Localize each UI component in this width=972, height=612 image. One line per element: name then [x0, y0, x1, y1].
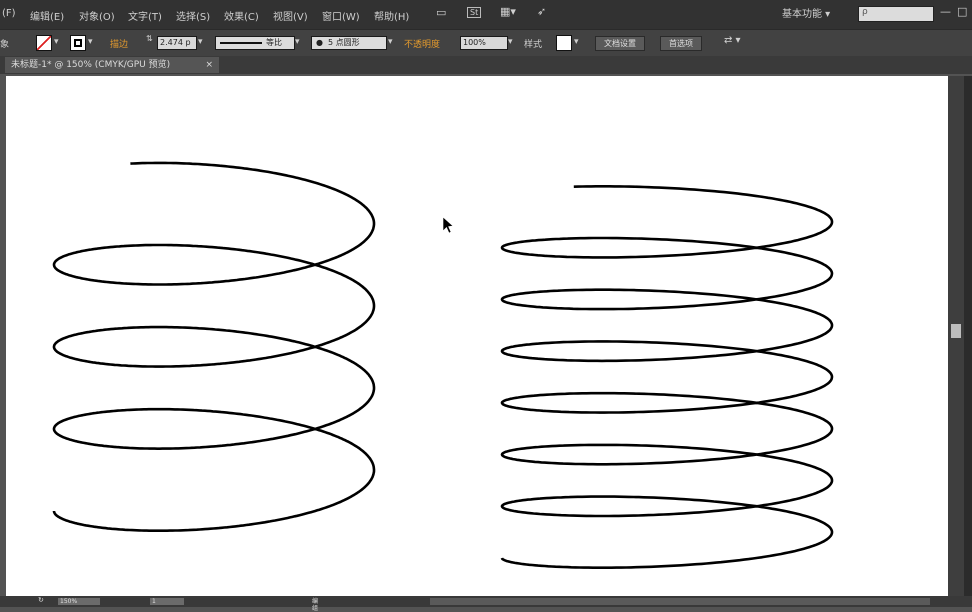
stroke-weight-field[interactable]: 2.474 p	[157, 36, 197, 50]
search-input[interactable]: ρ	[858, 6, 934, 22]
spiral-spring-right[interactable]	[500, 185, 834, 569]
opacity-label[interactable]: 不透明度	[404, 37, 440, 50]
bridge-icon[interactable]: ▭	[436, 6, 446, 19]
artboard-number-field[interactable]: 1	[150, 598, 184, 605]
document-tab-bar: 未标题-1* @ 150% (CMYK/GPU 预览) ×	[0, 56, 972, 74]
variable-width-profile[interactable]: 等比	[215, 36, 295, 50]
selection-cursor-icon	[442, 216, 454, 234]
object-type-label: 象	[0, 40, 10, 50]
arrange-documents-icon[interactable]: ▦▾	[500, 5, 516, 18]
brush-dot-icon: ●	[316, 38, 323, 47]
stroke-swatch[interactable]	[70, 35, 86, 51]
style-dropdown-icon[interactable]: ▾	[574, 37, 579, 47]
opacity-field[interactable]: 100%	[460, 36, 508, 50]
opacity-dropdown-icon[interactable]: ▾	[508, 37, 513, 47]
panel-edge	[964, 76, 972, 607]
fill-swatch[interactable]	[36, 35, 52, 51]
profile-line-icon	[220, 42, 262, 44]
menu-view[interactable]: 视图(V)	[273, 8, 308, 23]
control-bar: 象 ▾ ▾ 描边 ⇅ 2.474 p ▾ 等比 ▾ ● 5 点圆形 ▾ 不透明度…	[0, 29, 972, 57]
document-tab[interactable]: 未标题-1* @ 150% (CMYK/GPU 预览) ×	[5, 57, 219, 73]
stroke-dropdown-icon[interactable]: ▾	[88, 37, 93, 47]
document-setup-button[interactable]: 文档设置	[595, 36, 645, 51]
menu-file[interactable]: (F)	[2, 8, 16, 19]
current-tool-status: 编组	[312, 598, 319, 612]
artboard[interactable]	[6, 76, 948, 596]
stock-button[interactable]: St	[467, 7, 482, 18]
menu-object[interactable]: 对象(O)	[79, 8, 115, 23]
workspace-switcher[interactable]: 基本功能 ▾	[782, 5, 830, 20]
menu-bar: (F) 编辑(E) 对象(O) 文字(T) 选择(S) 效果(C) 视图(V) …	[0, 0, 972, 29]
stroke-stepper-icon[interactable]: ⇅	[146, 34, 153, 43]
stroke-weight-dropdown-icon[interactable]: ▾	[198, 37, 203, 47]
status-bar: ↻ 150% 1 编组	[0, 596, 972, 612]
vertical-scroll-thumb[interactable]	[951, 324, 961, 338]
gpu-rocket-icon[interactable]: ➶	[537, 5, 546, 18]
menu-window[interactable]: 窗口(W)	[322, 8, 360, 23]
stroke-label[interactable]: 描边	[110, 37, 128, 50]
menu-edit[interactable]: 编辑(E)	[30, 8, 64, 23]
menu-help[interactable]: 帮助(H)	[374, 8, 409, 23]
graphic-style-swatch[interactable]	[556, 35, 572, 51]
maximize-button[interactable]: □	[957, 5, 967, 18]
rotate-view-icon[interactable]: ↻	[36, 597, 44, 604]
close-tab-icon[interactable]: ×	[205, 57, 213, 73]
horizontal-scroll-thumb[interactable]	[430, 598, 930, 605]
preferences-button[interactable]: 首选项	[660, 36, 702, 51]
brush-definition[interactable]: ● 5 点圆形	[311, 36, 387, 50]
style-label: 样式	[524, 40, 543, 50]
spiral-spring-left[interactable]	[52, 161, 376, 532]
vertical-scrollbar[interactable]	[948, 76, 964, 596]
align-options-icon[interactable]: ⇄ ▾	[724, 35, 741, 46]
fill-dropdown-icon[interactable]: ▾	[54, 37, 59, 47]
menu-type[interactable]: 文字(T)	[128, 8, 162, 23]
menu-effect[interactable]: 效果(C)	[224, 8, 259, 23]
brush-dropdown-icon[interactable]: ▾	[388, 37, 393, 47]
profile-dropdown-icon[interactable]: ▾	[295, 37, 300, 47]
zoom-field[interactable]: 150%	[58, 598, 100, 605]
artwork-canvas	[52, 161, 834, 569]
minimize-button[interactable]: —	[940, 5, 951, 18]
menu-select[interactable]: 选择(S)	[176, 8, 210, 23]
